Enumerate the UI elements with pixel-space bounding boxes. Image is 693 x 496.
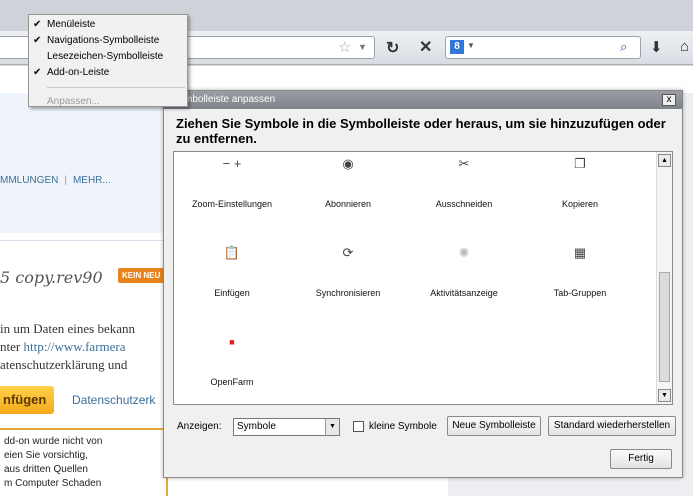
dialog-title: ymbolleiste anpassen [164, 91, 682, 109]
scroll-down-icon[interactable]: ▼ [658, 389, 671, 402]
page-nav-more[interactable]: MEHR... [73, 175, 111, 186]
menu-item-label: Navigations-Symbolleiste [47, 35, 160, 46]
page-nav: MMLUNGEN | MEHR... [0, 175, 111, 186]
toolbar-context-menu: ✔ Menüleiste ✔ Navigations-Symbolleiste … [28, 14, 188, 107]
done-button[interactable]: Fertig [610, 449, 672, 469]
checkmark-icon: ✔ [33, 35, 42, 46]
openfarm-icon: ■ [229, 337, 235, 347]
sync-icon: ⟳ [342, 245, 354, 260]
tab-groups-icon: ▦ [573, 245, 587, 260]
menu-item-addon-bar[interactable]: ✔ Add-on-Leiste [29, 65, 187, 81]
description-line-3: atenschutzerklärung und [0, 357, 128, 372]
url-dropdown-icon[interactable]: ▼ [358, 42, 367, 52]
scissors-icon: ✂ [458, 156, 470, 171]
addon-title: 5 copy.rev90 [0, 268, 103, 287]
menu-separator [47, 87, 185, 88]
magnifier-icon[interactable]: ⌕ [620, 39, 627, 55]
warning-box: dd-on wurde nicht von eien Sie vorsichti… [0, 428, 168, 496]
checkmark-icon: ✔ [33, 19, 42, 30]
description-line-2-text: nter [0, 339, 24, 354]
homepage-link[interactable]: http://www.farmera [23, 339, 125, 354]
reload-icon[interactable]: ↻ [386, 38, 399, 58]
star-icon[interactable]: ☆ [338, 38, 351, 56]
menu-item-label: Lesezeichen-Symbolleiste [47, 51, 164, 62]
status-badge: KEIN NEU [118, 268, 165, 283]
privacy-policy-link[interactable]: Datenschutzerk [72, 393, 155, 407]
copy-icon: ❐ [574, 156, 586, 171]
palette-item-paste[interactable]: 📋 Einfügen [174, 243, 290, 298]
search-engine-icon[interactable]: 8 [450, 40, 464, 54]
warning-line: dd-on wurde nicht von [4, 436, 103, 447]
menu-item-bookmarks-toolbar[interactable]: Lesezeichen-Symbolleiste [29, 49, 187, 65]
new-toolbar-button[interactable]: Neue Symbolleiste [447, 416, 541, 436]
dialog-instruction: Ziehen Sie Symbole in die Symbolleiste o… [176, 116, 666, 146]
warning-line: aus dritten Quellen [4, 464, 88, 475]
rss-icon: ◉ [342, 156, 354, 171]
palette-item-label: OpenFarm [210, 377, 254, 387]
download-icon[interactable]: ⬇ [650, 38, 663, 56]
palette-item-label: Abonnieren [324, 199, 372, 209]
warning-line: m Computer Schaden [4, 478, 102, 489]
palette-item-label: Aktivitätsanzeige [430, 288, 498, 298]
add-to-firefox-button[interactable]: nfügen [0, 386, 54, 414]
restore-defaults-button[interactable]: Standard wiederherstellen [548, 416, 676, 436]
description-line-2: nter http://www.farmera [0, 339, 126, 355]
palette-item-copy[interactable]: ❐ Kopieren [522, 154, 638, 209]
throbber-icon: ✺ [458, 245, 470, 260]
palette-item-cut[interactable]: ✂ Ausschneiden [406, 154, 522, 209]
palette-item-openfarm[interactable]: ■ OpenFarm [174, 332, 290, 387]
home-icon[interactable]: ⌂ [680, 38, 689, 55]
palette-item-subscribe[interactable]: ◉ Abonnieren [290, 154, 406, 209]
warning-line: eien Sie vorsichtig, [4, 450, 88, 461]
stop-icon[interactable]: ✕ [419, 37, 432, 57]
checkmark-icon: ✔ [33, 67, 42, 78]
palette-item-label: Synchronisieren [315, 288, 381, 298]
paste-icon: 📋 [223, 245, 241, 260]
show-mode-select[interactable]: Symbole ▼ [233, 418, 340, 436]
small-icons-label[interactable]: kleine Symbole [369, 421, 437, 432]
scroll-up-icon[interactable]: ▲ [658, 154, 671, 167]
palette-item-label: Ausschneiden [435, 199, 493, 209]
small-icons-checkbox[interactable] [353, 421, 364, 432]
scroll-thumb[interactable] [659, 272, 670, 382]
palette-item-sync[interactable]: ⟳ Synchronisieren [290, 243, 406, 298]
zoom-icon: − + [222, 156, 242, 171]
menu-item-customize: Anpassen... [47, 96, 100, 107]
search-engine-dropdown-icon[interactable]: ▼ [467, 41, 475, 50]
palette-item-label: Kopieren [561, 199, 599, 209]
palette-item-label: Einfügen [214, 288, 250, 298]
palette-item-tab-groups[interactable]: ▦ Tab-Gruppen [522, 243, 638, 298]
show-label: Anzeigen: [177, 421, 222, 432]
chevron-down-icon[interactable]: ▼ [325, 419, 339, 435]
palette-scrollbar[interactable]: ▲ ▼ [656, 152, 672, 404]
menu-item-navigation-toolbar[interactable]: ✔ Navigations-Symbolleiste [29, 33, 187, 49]
description-line-1: in um Daten eines bekann [0, 321, 136, 336]
close-icon[interactable]: x [662, 94, 676, 106]
palette-item-throbber[interactable]: ✺ Aktivitätsanzeige [406, 243, 522, 298]
palette-item-label: Tab-Gruppen [553, 288, 607, 298]
show-mode-value: Symbole [237, 421, 276, 432]
page-nav-collections[interactable]: MMLUNGEN [0, 175, 58, 186]
divider [0, 240, 180, 241]
menu-item-menu-bar[interactable]: ✔ Menüleiste [29, 17, 187, 33]
palette-item-zoom[interactable]: − + Zoom-Einstellungen [174, 154, 290, 209]
menu-item-label: Menüleiste [47, 19, 96, 30]
menu-item-label: Add-on-Leiste [47, 67, 110, 78]
palette-item-label: Zoom-Einstellungen [191, 199, 273, 209]
dialog-controls: Anzeigen: Symbole ▼ kleine Symbole Neue … [164, 416, 682, 438]
toolbar-item-palette: − + Zoom-Einstellungen ◉ Abonnieren ✂ Au… [173, 151, 673, 405]
customize-toolbar-dialog: ymbolleiste anpassen x Ziehen Sie Symbol… [163, 90, 683, 478]
